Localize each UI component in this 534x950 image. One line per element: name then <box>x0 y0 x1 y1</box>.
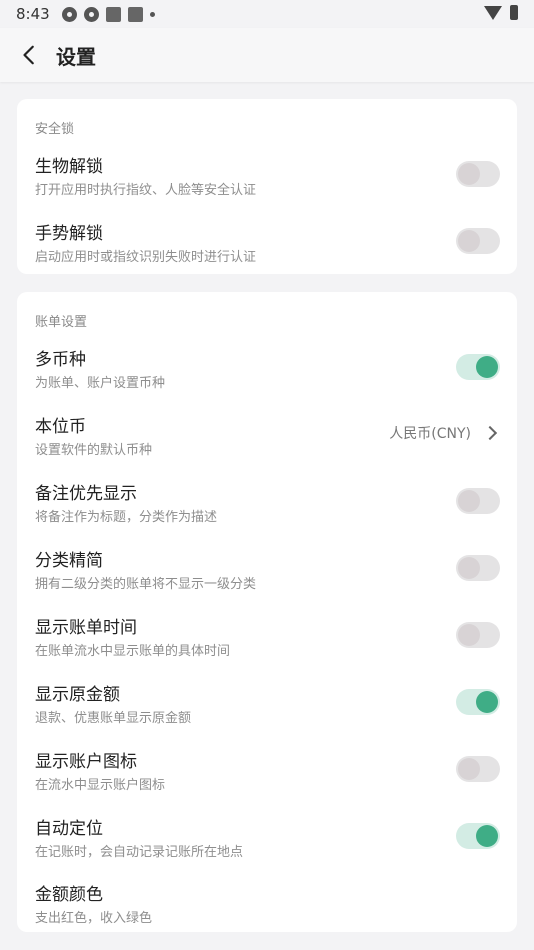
setting-label: 分类精简 <box>35 551 103 571</box>
page-title: 设置 <box>56 44 96 69</box>
currency-value: 人民币(CNY) <box>389 426 471 442</box>
setting-label: 备注优先显示 <box>35 484 137 504</box>
setting-description: 在账单流水中显示账单的具体时间 <box>35 644 231 659</box>
setting-row-biometric-unlock[interactable]: 生物解锁 打开应用时执行指纹、人脸等安全认证 <box>17 152 517 218</box>
notification-icons <box>61 6 155 22</box>
note-first-toggle[interactable] <box>456 488 500 514</box>
setting-description: 拥有二级分类的账单将不显示一级分类 <box>35 577 257 592</box>
setting-label: 生物解锁 <box>35 157 103 177</box>
multi-currency-toggle[interactable] <box>456 354 500 380</box>
sync-icon <box>83 6 99 22</box>
show-account-icon-toggle[interactable] <box>456 756 500 782</box>
setting-row-note-first[interactable]: 备注优先显示 将备注作为标题，分类作为描述 <box>17 479 517 545</box>
setting-label: 手势解锁 <box>35 224 103 244</box>
back-button[interactable] <box>8 33 52 77</box>
setting-description: 设置软件的默认币种 <box>35 443 153 458</box>
toggle-knob <box>458 490 480 512</box>
setting-row-base-currency[interactable]: 本位币 设置软件的默认币种 人民币(CNY) <box>17 412 517 478</box>
battery-icon <box>510 5 518 20</box>
app-bar: 设置 <box>0 28 534 82</box>
auto-location-toggle[interactable] <box>456 823 500 849</box>
toggle-knob <box>458 624 480 646</box>
toggle-knob <box>476 356 498 378</box>
app-notification-icon <box>105 6 121 22</box>
more-notifications-icon <box>149 11 155 17</box>
setting-label: 显示账单时间 <box>35 618 137 638</box>
setting-description: 退款、优惠账单显示原金额 <box>35 711 192 726</box>
toggle-knob <box>476 691 498 713</box>
app-notification-icon <box>127 6 143 22</box>
chevron-right-icon <box>482 425 498 441</box>
bill-settings-card: 账单设置 多币种 为账单、账户设置币种 本位币 设置软件的默认币种 人民币(CN… <box>17 292 517 932</box>
setting-row-gesture-unlock[interactable]: 手势解锁 启动应用时或指纹识别失败时进行认证 <box>17 219 517 285</box>
section-title-security: 安全锁 <box>35 122 75 137</box>
sync-icon <box>61 6 77 22</box>
setting-description: 为账单、账户设置币种 <box>35 376 166 391</box>
toggle-knob <box>458 230 480 252</box>
back-arrow-icon <box>23 45 34 65</box>
biometric-unlock-toggle[interactable] <box>456 161 500 187</box>
status-bar: 8:43 <box>0 0 534 28</box>
gesture-unlock-toggle[interactable] <box>456 228 500 254</box>
setting-label: 自动定位 <box>35 819 103 839</box>
setting-description: 在记账时，会自动记录记账所在地点 <box>35 845 244 860</box>
setting-label: 金额颜色 <box>35 885 103 905</box>
toggle-knob <box>458 758 480 780</box>
setting-description: 启动应用时或指纹识别失败时进行认证 <box>35 250 257 265</box>
setting-row-amount-color[interactable]: 金额颜色 支出红色，收入绿色 <box>17 880 517 946</box>
status-time: 8:43 <box>16 5 50 23</box>
setting-row-multi-currency[interactable]: 多币种 为账单、账户设置币种 <box>17 345 517 411</box>
setting-description: 在流水中显示账户图标 <box>35 778 166 793</box>
wifi-icon <box>484 5 502 20</box>
show-bill-time-toggle[interactable] <box>456 622 500 648</box>
toggle-knob <box>476 825 498 847</box>
category-simplify-toggle[interactable] <box>456 555 500 581</box>
toggle-knob <box>458 557 480 579</box>
setting-row-show-bill-time[interactable]: 显示账单时间 在账单流水中显示账单的具体时间 <box>17 613 517 679</box>
setting-row-show-account-icon[interactable]: 显示账户图标 在流水中显示账户图标 <box>17 747 517 813</box>
setting-description: 打开应用时执行指纹、人脸等安全认证 <box>35 183 257 198</box>
setting-label: 显示账户图标 <box>35 752 137 772</box>
setting-row-category-simplify[interactable]: 分类精简 拥有二级分类的账单将不显示一级分类 <box>17 546 517 612</box>
toggle-knob <box>458 163 480 185</box>
setting-description: 将备注作为标题，分类作为描述 <box>35 510 218 525</box>
section-title-bill: 账单设置 <box>35 315 88 330</box>
setting-description: 支出红色，收入绿色 <box>35 911 153 926</box>
setting-label: 多币种 <box>35 350 86 370</box>
base-currency-value[interactable]: 人民币(CNY) <box>389 423 498 443</box>
security-card: 安全锁 生物解锁 打开应用时执行指纹、人脸等安全认证 手势解锁 启动应用时或指纹… <box>17 99 517 274</box>
setting-label: 显示原金额 <box>35 685 120 705</box>
setting-row-auto-location[interactable]: 自动定位 在记账时，会自动记录记账所在地点 <box>17 814 517 880</box>
setting-label: 本位币 <box>35 417 86 437</box>
setting-row-show-original-amount[interactable]: 显示原金额 退款、优惠账单显示原金额 <box>17 680 517 746</box>
show-original-amount-toggle[interactable] <box>456 689 500 715</box>
